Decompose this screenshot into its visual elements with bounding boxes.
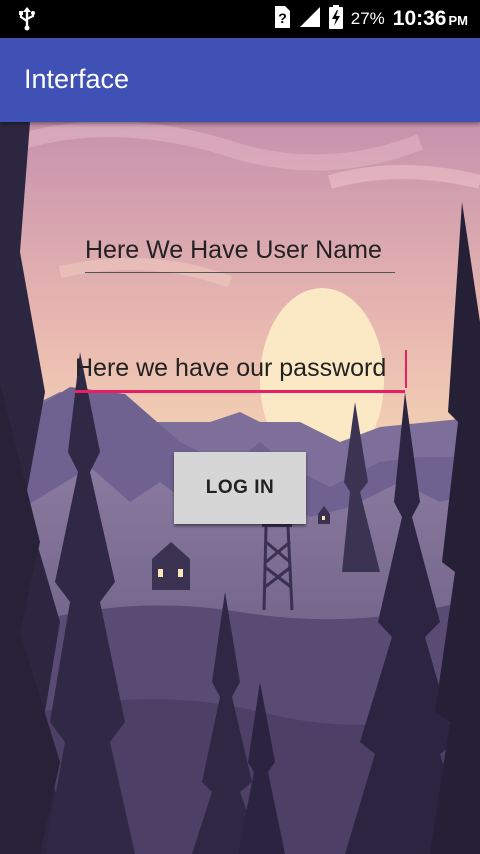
password-field[interactable]: Here we have our password: [75, 350, 407, 393]
clock: 10:36 PM: [393, 7, 468, 31]
login-button[interactable]: LOG IN: [174, 452, 306, 524]
status-bar: ? 27% 10:36 PM: [0, 0, 480, 38]
signal-icon: [299, 6, 321, 33]
battery-percent: 27%: [350, 9, 385, 28]
username-value: Here We Have User Name: [85, 236, 382, 264]
clock-time: 10:36: [392, 7, 447, 30]
sim-unknown-icon: ?: [273, 5, 291, 34]
password-value: Here we have our password: [75, 354, 387, 382]
usb-icon: [16, 6, 38, 37]
app-title: Interface: [24, 64, 130, 94]
username-field[interactable]: Here We Have User Name: [85, 232, 395, 273]
svg-text:?: ?: [278, 10, 287, 26]
battery-charging-icon: [328, 4, 343, 34]
clock-ampm: PM: [448, 13, 469, 28]
login-screen: Here We Have User Name Here we have our …: [0, 122, 480, 854]
app-bar: Interface: [0, 38, 480, 122]
text-cursor: [405, 350, 407, 388]
